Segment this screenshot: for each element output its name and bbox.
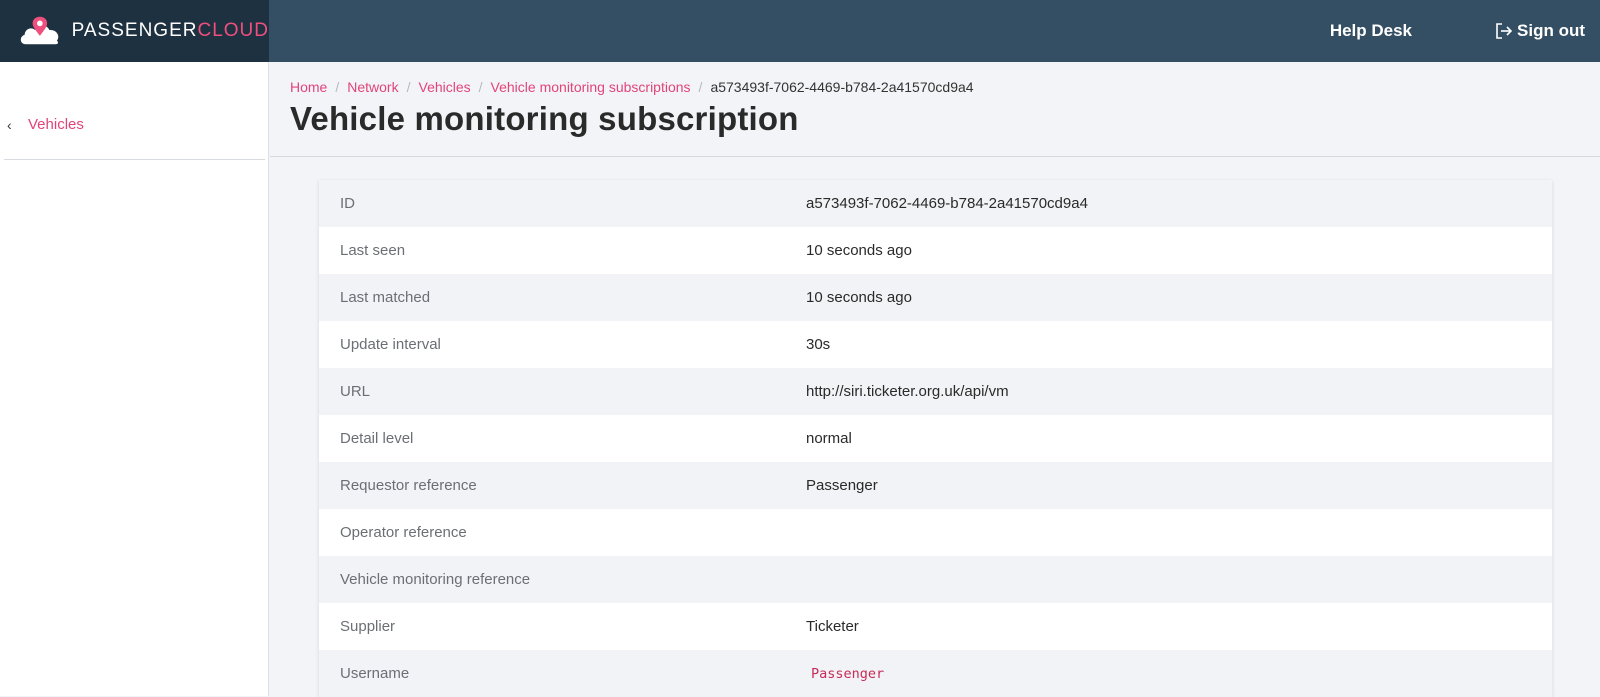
detail-label: Operator reference xyxy=(340,524,467,541)
detail-label: Supplier xyxy=(340,618,396,635)
detail-row-last-matched: Last matched 10 seconds ago xyxy=(319,274,1552,321)
sidebar-back-label: Vehicles xyxy=(28,116,84,133)
detail-row-detail-level: Detail level normal xyxy=(319,415,1552,462)
detail-row-vehicle-monitoring-reference: Vehicle monitoring reference xyxy=(319,556,1552,603)
sign-out-label: Sign out xyxy=(1517,21,1585,40)
detail-value-code: Passenger xyxy=(811,665,885,682)
sidebar: ‹ Vehicles xyxy=(0,62,269,696)
breadcrumb-current: a573493f-7062-4469-b784-2a41570cd9a4 xyxy=(710,79,974,95)
detail-label: Last seen xyxy=(340,242,406,259)
breadcrumb-subscriptions-link[interactable]: Vehicle monitoring subscriptions xyxy=(491,79,691,95)
brand-name: PASSENGERCLOUD xyxy=(72,20,269,42)
breadcrumb-network-link[interactable]: Network xyxy=(347,79,398,95)
detail-value: 10 seconds ago xyxy=(806,242,912,259)
breadcrumb-separator: / xyxy=(478,79,483,95)
chevron-left-icon: ‹ xyxy=(7,116,12,133)
page-title: Vehicle monitoring subscription xyxy=(290,100,799,137)
detail-row-id: ID a573493f-7062-4469-b784-2a41570cd9a4 xyxy=(319,180,1552,227)
detail-row-operator-reference: Operator reference xyxy=(319,509,1552,556)
brand-logo-link[interactable]: PASSENGERCLOUD xyxy=(0,0,269,62)
cloud-pin-icon xyxy=(20,16,59,45)
page-header: Home / Network / Vehicles / Vehicle moni… xyxy=(270,62,1600,157)
brand-name-part2: CLOUD xyxy=(197,20,269,41)
breadcrumb-separator: / xyxy=(406,79,411,95)
brand-name-part1: PASSENGER xyxy=(71,20,198,41)
detail-value: 30s xyxy=(806,336,831,353)
detail-value: normal xyxy=(806,430,852,447)
detail-value: Ticketer xyxy=(806,618,859,635)
breadcrumb: Home / Network / Vehicles / Vehicle moni… xyxy=(290,79,974,95)
detail-label: Requestor reference xyxy=(340,477,477,494)
top-nav-links: Help Desk Sign out xyxy=(1330,0,1600,62)
breadcrumb-separator: / xyxy=(335,79,340,95)
help-desk-link[interactable]: Help Desk xyxy=(1330,21,1412,41)
sign-out-icon xyxy=(1496,23,1513,39)
sidebar-back-vehicles-link[interactable]: ‹ Vehicles xyxy=(4,102,265,160)
detail-label: ID xyxy=(340,195,355,212)
breadcrumb-separator: / xyxy=(698,79,703,95)
detail-value: Passenger xyxy=(806,477,878,494)
subscription-details-card: ID a573493f-7062-4469-b784-2a41570cd9a4 … xyxy=(319,180,1552,697)
detail-label: Detail level xyxy=(340,430,414,447)
detail-value: 10 seconds ago xyxy=(806,289,912,306)
detail-value: a573493f-7062-4469-b784-2a41570cd9a4 xyxy=(806,195,1088,212)
sign-out-link[interactable]: Sign out xyxy=(1494,21,1585,41)
detail-label: Username xyxy=(340,665,410,682)
detail-row-last-seen: Last seen 10 seconds ago xyxy=(319,227,1552,274)
detail-row-supplier: Supplier Ticketer xyxy=(319,603,1552,650)
detail-row-update-interval: Update interval 30s xyxy=(319,321,1552,368)
detail-label: URL xyxy=(340,383,371,400)
detail-label: Last matched xyxy=(340,289,431,306)
detail-row-requestor-reference: Requestor reference Passenger xyxy=(319,462,1552,509)
detail-row-username: Username Passenger xyxy=(319,650,1552,697)
detail-label: Vehicle monitoring reference xyxy=(340,571,531,588)
top-navbar: PASSENGERCLOUD Help Desk Sign out xyxy=(0,0,1600,62)
breadcrumb-home-link[interactable]: Home xyxy=(290,79,327,95)
detail-label: Update interval xyxy=(340,336,441,353)
detail-row-url: URL http://siri.ticketer.org.uk/api/vm xyxy=(319,368,1552,415)
breadcrumb-vehicles-link[interactable]: Vehicles xyxy=(419,79,471,95)
detail-value: http://siri.ticketer.org.uk/api/vm xyxy=(806,383,1009,400)
